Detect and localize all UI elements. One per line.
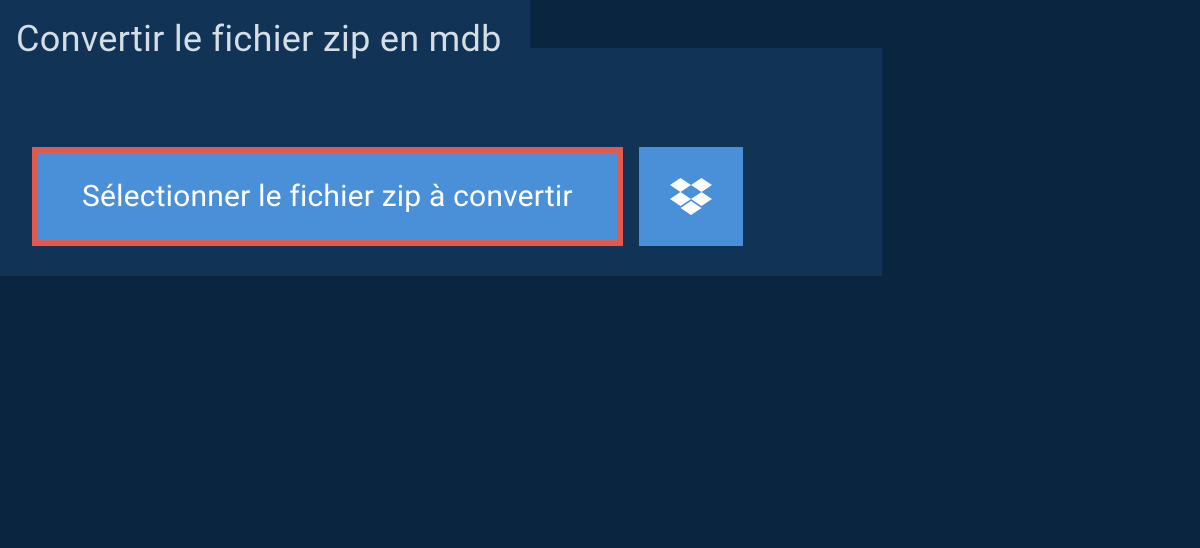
dropbox-button[interactable] (639, 147, 743, 246)
select-file-label: Sélectionner le fichier zip à convertir (82, 179, 573, 214)
button-row: Sélectionner le fichier zip à convertir (0, 103, 882, 246)
page-title: Convertir le fichier zip en mdb (16, 18, 502, 60)
tab-header: Convertir le fichier zip en mdb (0, 0, 530, 78)
conversion-panel: Convertir le fichier zip en mdb Sélectio… (0, 48, 882, 276)
select-file-button[interactable]: Sélectionner le fichier zip à convertir (32, 147, 623, 246)
dropbox-icon (670, 178, 712, 216)
